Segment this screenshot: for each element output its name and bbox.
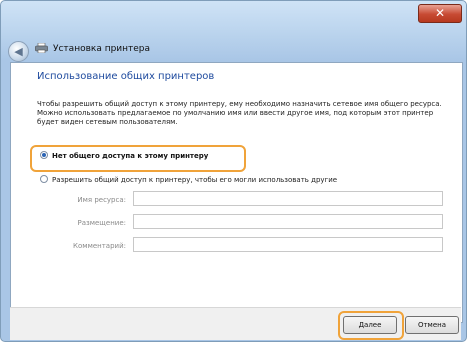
no-share-label: Нет общего доступа к этому принтеру (52, 152, 209, 160)
page-heading: Использование общих принтеров (37, 71, 215, 82)
share-name-label: Имя ресурса: (77, 196, 126, 204)
close-icon: ✕ (434, 6, 446, 20)
close-button[interactable]: ✕ (418, 4, 462, 23)
location-label: Размещение: (77, 219, 126, 227)
printer-icon (35, 43, 48, 53)
cancel-button[interactable]: Отмена (405, 316, 459, 334)
next-button[interactable]: Далее (343, 316, 397, 334)
back-arrow-icon: ◀ (14, 45, 23, 58)
comment-label: Комментарий: (73, 242, 126, 250)
comment-field[interactable] (133, 237, 443, 252)
share-radio[interactable] (40, 175, 48, 183)
share-label: Разрешить общий доступ к принтеру, чтобы… (52, 176, 338, 184)
no-share-option[interactable]: Нет общего доступа к этому принтеру (40, 151, 208, 161)
location-field[interactable] (133, 214, 443, 229)
back-button[interactable]: ◀ (8, 41, 29, 62)
window-title: Установка принтера (53, 44, 151, 54)
share-option[interactable]: Разрешить общий доступ к принтеру, чтобы… (40, 175, 337, 185)
share-name-field[interactable] (133, 191, 443, 206)
no-share-radio[interactable] (40, 151, 48, 159)
page-description: Чтобы разрешить общий доступ к этому при… (37, 100, 442, 126)
